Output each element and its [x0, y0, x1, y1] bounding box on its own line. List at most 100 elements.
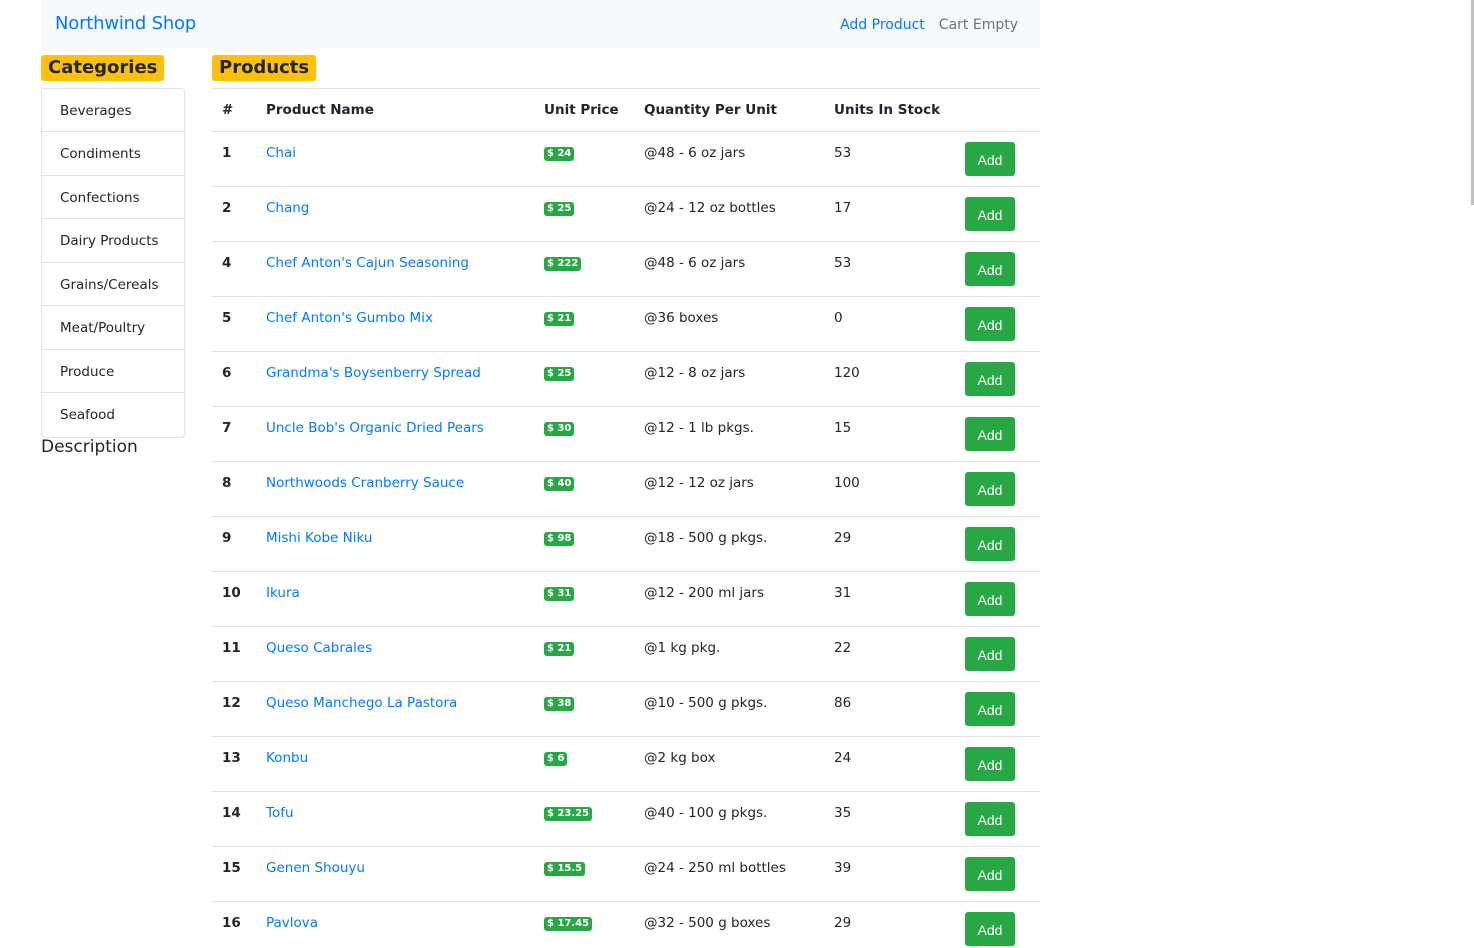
add-to-cart-button[interactable]: Add: [965, 912, 1015, 946]
product-name-link[interactable]: Chai: [266, 132, 544, 161]
product-name-link[interactable]: Chang: [266, 187, 544, 216]
add-to-cart-button[interactable]: Add: [965, 637, 1015, 671]
row-index: 15: [222, 860, 241, 876]
unit-price-cell: $ 222: [544, 241, 644, 297]
category-item-meat-poultry[interactable]: Meat/Poultry: [42, 306, 184, 350]
add-to-cart-button[interactable]: Add: [965, 582, 1015, 616]
price-badge: $ 222: [544, 257, 582, 271]
add-product-link[interactable]: Add Product: [840, 17, 925, 33]
unit-price-cell: $ 31: [544, 571, 644, 627]
product-name-cell: Mishi Kobe Niku: [266, 516, 544, 572]
units-in-stock: 100: [834, 475, 860, 491]
product-name-link[interactable]: Mishi Kobe Niku: [266, 517, 544, 546]
action-cell: Add: [965, 901, 1040, 948]
category-item-confections[interactable]: Confections: [42, 176, 184, 219]
table-row: 9 Mishi Kobe Niku $ 98 @18 - 500 g pkgs. 29 A…: [212, 516, 1040, 572]
table-row: 10 Ikura $ 31 @12 - 200 ml jars 31 Add: [212, 571, 1040, 627]
product-name-link[interactable]: Pavlova: [266, 902, 544, 931]
cart-status[interactable]: Cart Empty: [939, 17, 1018, 33]
action-cell: Add: [965, 516, 1040, 572]
quantity-per-unit: @10 - 500 g pkgs.: [644, 695, 768, 711]
row-index-cell: 12: [212, 681, 266, 737]
row-index: 2: [222, 200, 232, 216]
product-name-link[interactable]: Chef Anton's Cajun Seasoning: [266, 242, 544, 271]
add-to-cart-button[interactable]: Add: [965, 362, 1015, 396]
action-cell: Add: [965, 241, 1040, 297]
quantity-per-unit: @24 - 250 ml bottles: [644, 860, 786, 876]
product-name-link[interactable]: Genen Shouyu: [266, 847, 544, 876]
add-to-cart-button[interactable]: Add: [965, 307, 1015, 341]
row-index: 16: [222, 915, 241, 931]
units-in-stock-cell: 53: [834, 241, 965, 297]
price-badge: $ 25: [544, 202, 575, 216]
row-index: 7: [222, 420, 232, 436]
add-to-cart-button[interactable]: Add: [965, 692, 1015, 726]
category-item-dairy-products[interactable]: Dairy Products: [42, 219, 184, 263]
add-to-cart-button[interactable]: Add: [965, 417, 1015, 451]
quantity-per-unit: @40 - 100 g pkgs.: [644, 805, 768, 821]
category-item-grains-cereals[interactable]: Grains/Cereals: [42, 263, 184, 306]
product-name-link[interactable]: Queso Cabrales: [266, 627, 544, 656]
row-index: 13: [222, 750, 241, 766]
units-in-stock: 35: [834, 805, 852, 821]
price-badge: $ 21: [544, 642, 575, 656]
product-name-link[interactable]: Uncle Bob's Organic Dried Pears: [266, 407, 544, 436]
product-name-cell: Queso Cabrales: [266, 626, 544, 682]
units-in-stock: 0: [834, 310, 843, 326]
row-index-cell: 15: [212, 846, 266, 902]
add-to-cart-button[interactable]: Add: [965, 472, 1015, 506]
category-item-seafood[interactable]: Seafood: [42, 393, 184, 437]
product-name-cell: Genen Shouyu: [266, 846, 544, 902]
row-index-cell: 2: [212, 186, 266, 242]
category-item-condiments[interactable]: Condiments: [42, 132, 184, 176]
price-badge: $ 98: [544, 532, 575, 546]
add-to-cart-button[interactable]: Add: [965, 527, 1015, 561]
category-item-produce[interactable]: Produce: [42, 350, 184, 393]
units-in-stock: 53: [834, 145, 852, 161]
product-name-cell: Konbu: [266, 736, 544, 792]
category-item-beverages[interactable]: Beverages: [42, 89, 184, 132]
product-name-link[interactable]: Northwoods Cranberry Sauce: [266, 462, 544, 491]
add-to-cart-button[interactable]: Add: [965, 802, 1015, 836]
add-to-cart-button[interactable]: Add: [965, 197, 1015, 231]
units-in-stock-cell: 31: [834, 571, 965, 627]
row-index-cell: 8: [212, 461, 266, 517]
add-to-cart-button[interactable]: Add: [965, 142, 1015, 176]
quantity-per-unit-cell: @10 - 500 g pkgs.: [644, 681, 834, 737]
product-name-link[interactable]: Grandma's Boysenberry Spread: [266, 352, 544, 381]
product-name-link[interactable]: Chef Anton's Gumbo Mix: [266, 297, 544, 326]
add-to-cart-button[interactable]: Add: [965, 252, 1015, 286]
quantity-per-unit: @2 kg box: [644, 750, 716, 766]
product-name-link[interactable]: Tofu: [266, 792, 544, 821]
products-table: # Product Name Unit Price Quantity Per U…: [212, 88, 1040, 948]
product-name-link[interactable]: Queso Manchego La Pastora: [266, 682, 544, 711]
product-name-link[interactable]: Ikura: [266, 572, 544, 601]
units-in-stock: 29: [834, 530, 852, 546]
unit-price-cell: $ 25: [544, 351, 644, 407]
units-in-stock-cell: 86: [834, 681, 965, 737]
quantity-per-unit: @18 - 500 g pkgs.: [644, 530, 768, 546]
unit-price-cell: $ 21: [544, 626, 644, 682]
add-to-cart-button[interactable]: Add: [965, 857, 1015, 891]
quantity-per-unit: @48 - 6 oz jars: [644, 145, 746, 161]
price-badge: $ 6: [544, 752, 568, 766]
column-header-index: #: [212, 88, 266, 132]
quantity-per-unit-cell: @48 - 6 oz jars: [644, 131, 834, 187]
price-badge: $ 24: [544, 147, 575, 161]
table-row: 8 Northwoods Cranberry Sauce $ 40 @12 - 12 …: [212, 461, 1040, 517]
price-badge: $ 31: [544, 587, 575, 601]
quantity-per-unit-cell: @32 - 500 g boxes: [644, 901, 834, 948]
table-row: 2 Chang $ 25 @24 - 12 oz bottles 17 Add: [212, 186, 1040, 242]
brand-link[interactable]: Northwind Shop: [55, 13, 196, 34]
quantity-per-unit-cell: @12 - 200 ml jars: [644, 571, 834, 627]
add-to-cart-button[interactable]: Add: [965, 747, 1015, 781]
product-name-link[interactable]: Konbu: [266, 737, 544, 766]
quantity-per-unit: @32 - 500 g boxes: [644, 915, 771, 931]
row-index-cell: 6: [212, 351, 266, 407]
price-badge: $ 38: [544, 697, 575, 711]
table-row: 6 Grandma's Boysenberry Spread $ 25 @12 - 8…: [212, 351, 1040, 407]
product-name-cell: Northwoods Cranberry Sauce: [266, 461, 544, 517]
unit-price-cell: $ 30: [544, 406, 644, 462]
quantity-per-unit-cell: @12 - 8 oz jars: [644, 351, 834, 407]
navbar: Northwind Shop Add Product Cart Empty: [41, 0, 1040, 48]
